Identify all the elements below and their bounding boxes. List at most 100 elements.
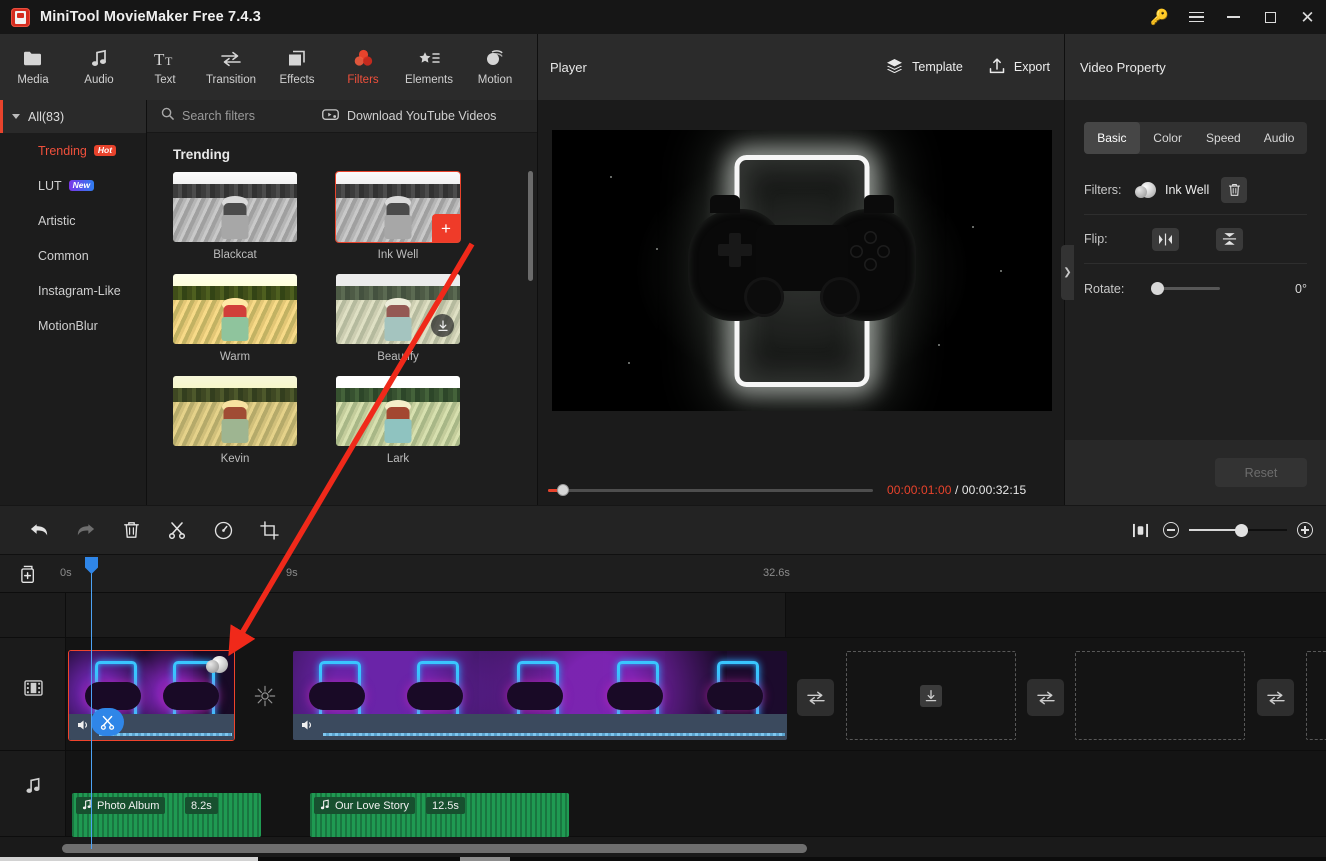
crop-icon[interactable] [246, 507, 292, 553]
tab-color[interactable]: Color [1140, 122, 1196, 154]
star-list-icon [418, 48, 441, 69]
rotate-handle[interactable] [1151, 282, 1164, 295]
toolbar-item-transition[interactable]: Transition [198, 34, 264, 100]
filter-card-beautify[interactable]: Beautify [336, 274, 460, 363]
toolbar-item-elements[interactable]: Elements [396, 34, 462, 100]
audio-track-header[interactable] [0, 748, 66, 828]
filter-thumbnail[interactable] [173, 376, 297, 446]
template-button[interactable]: Template [886, 58, 963, 76]
export-button[interactable]: Export [989, 57, 1050, 77]
fit-to-timeline-icon[interactable] [1117, 507, 1163, 553]
filter-card-kevin[interactable]: Kevin [173, 376, 297, 465]
video-clip-2[interactable] [293, 651, 787, 740]
toolbar-item-media[interactable]: Media [0, 34, 66, 100]
filter-grid-scroll[interactable]: Trending Blackcat + Ink Well Warm Beauti… [147, 133, 537, 505]
timeline-ruler[interactable]: 0s 9s 32.6s [0, 555, 1326, 593]
filter-card-warm[interactable]: Warm [173, 274, 297, 363]
download-filter-icon[interactable] [431, 314, 454, 337]
media-placeholder-1[interactable] [846, 651, 1016, 740]
search-filters-box[interactable] [147, 107, 322, 125]
time-separator: / [954, 483, 959, 497]
toolbar-label: Media [17, 74, 49, 86]
zoom-slider[interactable] [1189, 523, 1287, 537]
minimize-icon[interactable] [1215, 0, 1252, 34]
sidebar-item-lut[interactable]: LUT New [0, 168, 146, 203]
transition-slot-3[interactable] [1027, 679, 1064, 716]
toolbar-item-motion[interactable]: Motion [462, 34, 528, 100]
tab-speed[interactable]: Speed [1196, 122, 1252, 154]
search-input[interactable] [182, 109, 312, 123]
playhead[interactable] [85, 557, 98, 849]
app-root: MiniTool MovieMaker Free 7.4.3 🔑 ✕ Media… [0, 0, 1326, 861]
video-clip-1[interactable] [68, 650, 235, 741]
applied-filter-name: Ink Well [1165, 183, 1210, 197]
sidebar-item-trending[interactable]: Trending Hot [0, 133, 146, 168]
split-clip-button[interactable] [91, 708, 124, 736]
rotate-slider[interactable] [1151, 282, 1220, 295]
toolbar-item-text[interactable]: TT Text [132, 34, 198, 100]
menu-icon[interactable] [1178, 0, 1215, 34]
filter-card-blackcat[interactable]: Blackcat [173, 172, 297, 261]
filter-card-ink-well[interactable]: + Ink Well [335, 171, 461, 261]
timeline-scrollbar[interactable] [62, 844, 807, 853]
property-tabs: Basic Color Speed Audio [1084, 122, 1307, 154]
toolbar-item-effects[interactable]: Effects [264, 34, 330, 100]
filter-grid-scrollbar[interactable] [528, 171, 533, 281]
toolbar-item-filters[interactable]: Filters [330, 34, 396, 100]
maximize-icon[interactable] [1252, 0, 1289, 34]
flip-vertical-icon[interactable] [1216, 227, 1243, 251]
transition-slot-4[interactable] [1257, 679, 1294, 716]
export-label: Export [1013, 60, 1050, 74]
media-placeholder-3[interactable] [1306, 651, 1326, 740]
clip-volume-icon[interactable] [77, 718, 91, 736]
video-property-panel: Video Property Basic Color Speed Audio F… [1065, 34, 1326, 505]
audio-clip-1[interactable]: Photo Album 8.2s [72, 793, 261, 837]
undo-arrow-icon[interactable] [16, 507, 62, 553]
tab-audio[interactable]: Audio [1251, 122, 1307, 154]
trash-icon[interactable] [108, 507, 154, 553]
download-youtube-videos-button[interactable]: Download YouTube Videos [322, 108, 496, 124]
sidebar-item-instagram-like[interactable]: Instagram-Like [0, 273, 146, 308]
transition-slot-2[interactable] [797, 679, 834, 716]
filter-thumbnail[interactable] [173, 274, 297, 344]
tab-basic[interactable]: Basic [1084, 122, 1140, 154]
clip-filter-badge [206, 656, 228, 673]
transition-slot-1[interactable] [246, 677, 283, 714]
add-filter-icon[interactable]: + [432, 214, 460, 242]
seek-slider[interactable] [548, 484, 873, 496]
sidebar-item-label: MotionBlur [38, 318, 98, 333]
chevron-right-icon[interactable]: ❯ [1061, 245, 1074, 300]
toolbar-item-audio[interactable]: Audio [66, 34, 132, 100]
flip-horizontal-icon[interactable] [1152, 227, 1179, 251]
svg-text:T: T [165, 54, 173, 68]
media-placeholder-2[interactable] [1075, 651, 1245, 740]
sidebar-item-label: Artistic [38, 213, 76, 228]
video-track-header[interactable] [0, 638, 66, 743]
sidebar-all-row[interactable]: All(83) [0, 100, 146, 133]
redo-arrow-icon[interactable] [62, 507, 108, 553]
reset-button[interactable]: Reset [1215, 458, 1307, 487]
effect-lane[interactable] [66, 593, 786, 637]
seek-handle[interactable] [557, 484, 569, 496]
add-media-icon[interactable] [20, 565, 39, 589]
sidebar-item-artistic[interactable]: Artistic [0, 203, 146, 238]
zoom-handle[interactable] [1235, 523, 1248, 537]
timeline-toolbar [0, 506, 1326, 555]
close-icon[interactable]: ✕ [1289, 0, 1326, 34]
scissors-icon[interactable] [154, 507, 200, 553]
filter-card-lark[interactable]: Lark [336, 376, 460, 465]
key-icon[interactable]: 🔑 [1141, 0, 1178, 34]
filter-thumbnail[interactable] [336, 274, 460, 344]
filter-thumbnail[interactable] [336, 376, 460, 446]
speedometer-icon[interactable] [200, 507, 246, 553]
sidebar-item-common[interactable]: Common [0, 238, 146, 273]
sidebar-item-motionblur[interactable]: MotionBlur [0, 308, 146, 343]
filter-thumbnail[interactable] [173, 172, 297, 242]
zoom-in-icon[interactable] [1297, 522, 1313, 538]
filter-thumbnail[interactable]: + [335, 171, 461, 243]
video-preview[interactable] [552, 130, 1052, 411]
clip-volume-icon[interactable] [301, 718, 315, 736]
audio-clip-2[interactable]: Our Love Story 12.5s [310, 793, 569, 837]
zoom-out-icon[interactable] [1163, 522, 1179, 538]
trash-icon[interactable] [1221, 177, 1248, 203]
